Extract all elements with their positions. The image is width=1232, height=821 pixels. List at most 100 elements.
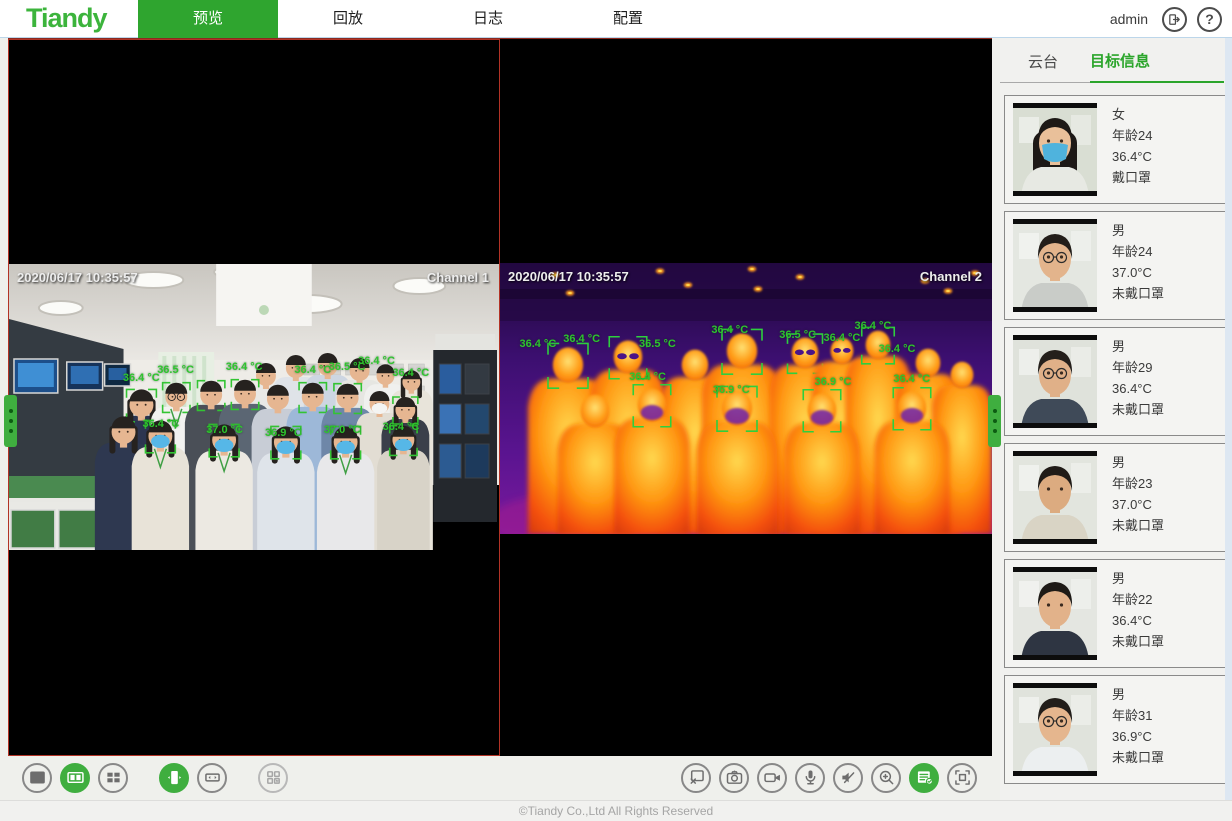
rotate-portrait-button[interactable]	[159, 763, 189, 793]
logout-icon	[1167, 12, 1182, 27]
help-icon: ?	[1205, 11, 1214, 27]
video-cell-channel2[interactable]: 36.4 °C36.4 °C36.5 °C36.4 °C36.5 °C36.4 …	[500, 39, 992, 756]
target-temp: 36.4°C	[1112, 610, 1164, 631]
fullscreen-button[interactable]	[947, 763, 977, 793]
target-list: 女 年龄24 36.4°C 戴口罩	[1004, 95, 1228, 784]
channel2-timestamp: 2020/06/17 10:35:57	[508, 269, 629, 284]
target-gender: 男	[1112, 684, 1164, 705]
target-mask-status: 未戴口罩	[1112, 747, 1164, 768]
target-card[interactable]: 女 年龄24 36.4°C 戴口罩	[1004, 95, 1228, 204]
sidebar-tab-target-info[interactable]: 目标信息	[1090, 50, 1224, 83]
channel1-timestamp: 2020/06/17 10:35:57	[17, 270, 138, 285]
target-mask-status: 未戴口罩	[1112, 283, 1164, 304]
digital-zoom-button[interactable]	[871, 763, 901, 793]
video-cell-channel1[interactable]: 36.4 °C36.5 °C36.4 °C36.4 °C36.5 °C36.4 …	[8, 39, 500, 756]
snapshot-button[interactable]	[719, 763, 749, 793]
sidebar-tabs: 云台 目标信息	[1000, 38, 1224, 83]
video-grid: 36.4 °C36.5 °C36.4 °C36.4 °C36.5 °C36.4 …	[8, 38, 992, 755]
nav-tab-preview[interactable]: 预览	[138, 0, 278, 38]
target-age: 年龄22	[1112, 589, 1164, 610]
sidebar-tab-ptz[interactable]: 云台	[1028, 51, 1058, 82]
stream-button-group	[681, 763, 977, 793]
nav-tab-playback[interactable]: 回放	[278, 0, 418, 38]
target-mask-status: 未戴口罩	[1112, 399, 1164, 420]
layout-custom-button[interactable]	[258, 763, 288, 793]
channel2-thermal-scene	[500, 263, 992, 534]
audio-mute-button[interactable]	[833, 763, 863, 793]
target-info: 男 年龄29 36.4°C 未戴口罩	[1112, 335, 1164, 428]
target-info: 男 年龄23 37.0°C 未戴口罩	[1112, 451, 1164, 544]
right-panel-handle[interactable]	[988, 395, 1001, 447]
target-info-panel-icon	[914, 767, 935, 788]
target-info: 男 年龄24 37.0°C 未戴口罩	[1112, 219, 1164, 312]
help-button[interactable]: ?	[1197, 7, 1222, 32]
layout-custom-icon	[263, 767, 284, 788]
close-all-preview-icon	[686, 767, 707, 788]
record-button[interactable]	[757, 763, 787, 793]
tiandy-logo: Tiandy	[26, 3, 138, 34]
target-info-panel-button[interactable]	[909, 763, 939, 793]
rotate-landscape-icon	[202, 767, 223, 788]
target-card[interactable]: 男 年龄24 37.0°C 未戴口罩	[1004, 211, 1228, 320]
target-mask-status: 未戴口罩	[1112, 631, 1164, 652]
left-panel-handle[interactable]	[4, 395, 17, 447]
target-photo	[1013, 451, 1097, 544]
layout-four-button[interactable]	[98, 763, 128, 793]
target-gender: 女	[1112, 104, 1152, 125]
target-age: 年龄24	[1112, 241, 1164, 262]
target-temp: 37.0°C	[1112, 494, 1164, 515]
target-card[interactable]: 男 年龄31 36.9°C 未戴口罩	[1004, 675, 1228, 784]
talk-mic-icon	[800, 767, 821, 788]
target-age: 年龄23	[1112, 473, 1164, 494]
logout-button[interactable]	[1162, 7, 1187, 32]
target-photo	[1013, 567, 1097, 660]
rotate-portrait-icon	[164, 767, 185, 788]
layout-two-split-button[interactable]	[60, 763, 90, 793]
target-card[interactable]: 男 年龄23 37.0°C 未戴口罩	[1004, 443, 1228, 552]
header-right: admin ?	[1110, 0, 1222, 38]
rotate-landscape-button[interactable]	[197, 763, 227, 793]
channel2-video: 36.4 °C36.4 °C36.5 °C36.4 °C36.5 °C36.4 …	[500, 263, 992, 534]
talk-mic-button[interactable]	[795, 763, 825, 793]
right-sidebar: 云台目标信息 女 年	[1000, 38, 1232, 800]
target-gender: 男	[1112, 568, 1164, 589]
username: admin	[1110, 11, 1148, 27]
footer: ©Tiandy Co.,Ltd All Rights Reserved	[0, 800, 1232, 821]
layout-single-button[interactable]	[22, 763, 52, 793]
target-gender: 男	[1112, 336, 1164, 357]
target-info: 男 年龄22 36.4°C 未戴口罩	[1112, 567, 1164, 660]
target-mask-status: 未戴口罩	[1112, 515, 1164, 536]
target-photo	[1013, 683, 1097, 776]
sidebar-scrollbar[interactable]	[1225, 38, 1232, 800]
audio-mute-icon	[838, 767, 859, 788]
target-temp: 37.0°C	[1112, 262, 1164, 283]
target-card[interactable]: 男 年龄29 36.4°C 未戴口罩	[1004, 327, 1228, 436]
target-photo	[1013, 103, 1097, 196]
nav-tab-log[interactable]: 日志	[418, 0, 558, 38]
target-temp: 36.9°C	[1112, 726, 1164, 747]
layout-four-icon	[103, 767, 124, 788]
target-temp: 36.4°C	[1112, 146, 1152, 167]
target-info: 女 年龄24 36.4°C 戴口罩	[1112, 103, 1152, 196]
top-nav-bar: Tiandy 预览回放日志配置 admin ?	[0, 0, 1232, 38]
channel1-scene	[9, 264, 499, 550]
record-icon	[762, 767, 783, 788]
layout-single-icon	[27, 767, 48, 788]
target-photo	[1013, 335, 1097, 428]
target-card[interactable]: 男 年龄22 36.4°C 未戴口罩	[1004, 559, 1228, 668]
nav-tab-config[interactable]: 配置	[558, 0, 698, 38]
layout-button-group	[22, 763, 288, 793]
target-gender: 男	[1112, 452, 1164, 473]
target-age: 年龄31	[1112, 705, 1164, 726]
target-mask-status: 戴口罩	[1112, 167, 1152, 188]
layout-two-split-icon	[65, 767, 86, 788]
target-age: 年龄24	[1112, 125, 1152, 146]
main-nav-tabs: 预览回放日志配置	[138, 0, 698, 38]
snapshot-icon	[724, 767, 745, 788]
preview-toolbar	[8, 755, 992, 800]
close-all-preview-button[interactable]	[681, 763, 711, 793]
target-temp: 36.4°C	[1112, 378, 1164, 399]
target-info: 男 年龄31 36.9°C 未戴口罩	[1112, 683, 1164, 776]
channel1-label: Channel 1	[427, 270, 489, 285]
digital-zoom-icon	[876, 767, 897, 788]
